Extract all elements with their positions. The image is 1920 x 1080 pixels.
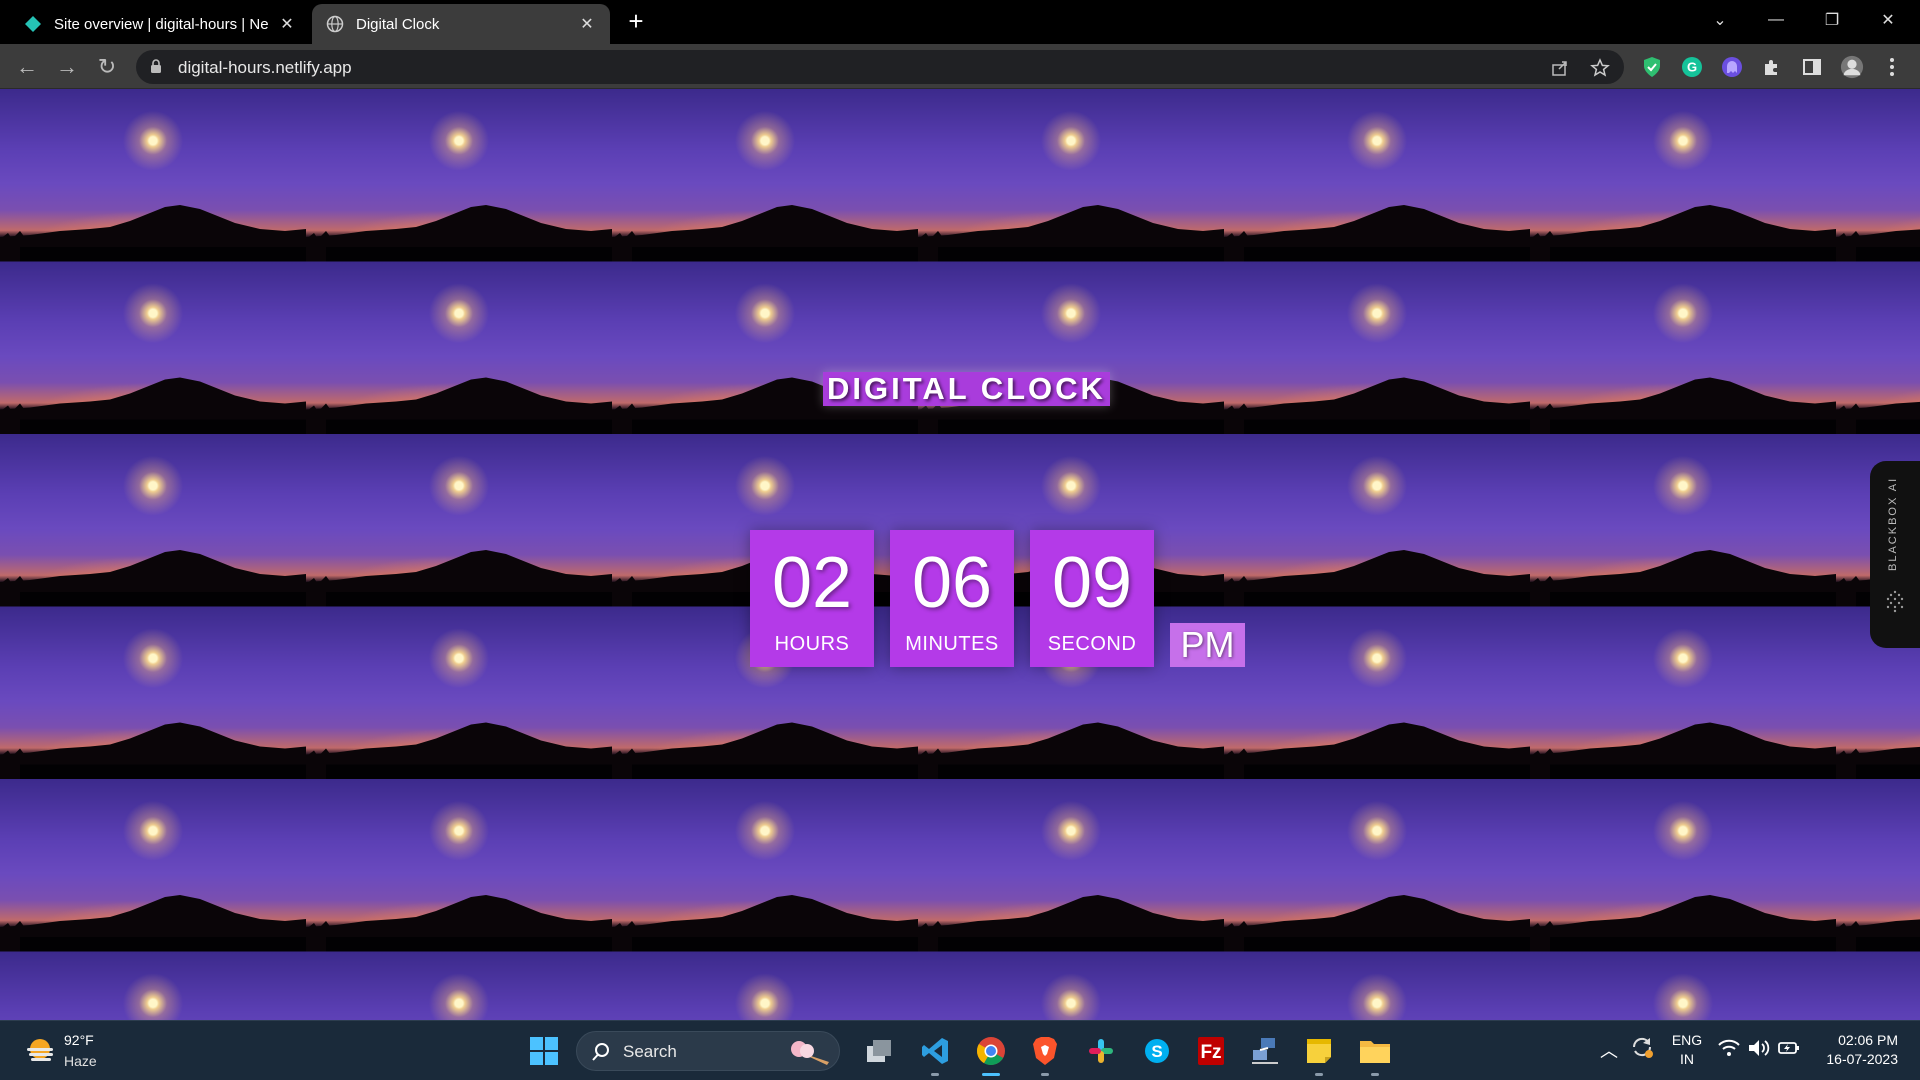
lock-icon	[151, 59, 161, 73]
ampm-indicator: PM	[1170, 623, 1245, 667]
search-label: Search	[623, 1042, 677, 1061]
language-code: ENG	[1671, 1032, 1703, 1048]
reload-button[interactable]: ↻	[92, 52, 122, 82]
browser-toolbar: ← → ↻ digital-hours.netlify.app	[0, 44, 1920, 89]
svg-text:Fz: Fz	[1200, 1042, 1221, 1063]
language-indicator[interactable]: ENG IN	[1670, 1032, 1704, 1067]
chrome-icon[interactable]	[974, 1034, 1008, 1068]
taskbar-date: 16-07-2023	[1826, 1051, 1898, 1067]
svg-text:G: G	[1687, 60, 1697, 75]
ice-cream-icon	[791, 1041, 829, 1065]
sync-update-icon[interactable]	[1630, 1035, 1654, 1062]
side-panel-icon[interactable]	[1800, 55, 1824, 79]
vscode-icon[interactable]	[918, 1034, 952, 1068]
filezilla-icon[interactable]: Fz	[1194, 1034, 1228, 1068]
file-explorer-icon[interactable]	[1358, 1034, 1392, 1068]
close-window-button[interactable]: ✕	[1860, 0, 1916, 40]
show-hidden-icons-chevron-icon[interactable]: ︿	[1600, 1037, 1618, 1063]
slack-icon[interactable]	[1084, 1034, 1118, 1068]
blackbox-ai-label: BLACKBOX AI	[1887, 476, 1899, 571]
skype-icon[interactable]: S	[1140, 1034, 1174, 1068]
seconds-box: 09 SECOND	[1030, 530, 1154, 667]
seconds-value: 09	[1051, 543, 1133, 623]
hours-value: 02	[771, 543, 853, 623]
minutes-label: MINUTES	[905, 633, 999, 655]
close-tab-icon[interactable]: ✕	[578, 15, 596, 33]
grammarly-icon[interactable]: G	[1680, 55, 1704, 79]
share-icon[interactable]	[1550, 58, 1570, 78]
clock-heading: DIGITAL CLOCK	[823, 372, 1110, 406]
extensions-puzzle-icon[interactable]	[1760, 55, 1784, 79]
battery-charging-icon[interactable]	[1778, 1039, 1800, 1060]
blackbox-ai-widget[interactable]: BLACKBOX AI	[1870, 461, 1920, 648]
windows-taskbar: 92°F Haze Search S Fz ︿ ENG IN 02:06 PM …	[0, 1020, 1920, 1080]
weather-description[interactable]: Haze	[64, 1053, 97, 1069]
bookmark-star-icon[interactable]	[1590, 58, 1610, 78]
language-region: IN	[1680, 1051, 1694, 1067]
taskbar-time: 02:06 PM	[1838, 1032, 1898, 1048]
tab-title: Site overview | digital-hours | Ne	[54, 15, 269, 33]
task-view-icon[interactable]	[862, 1034, 896, 1068]
url-text: digital-hours.netlify.app	[178, 58, 352, 77]
blackbox-dots-icon	[1886, 590, 1904, 613]
tab-search-chevron-icon[interactable]: ⌄	[1692, 0, 1748, 40]
seconds-label: SECOND	[1047, 633, 1137, 655]
weather-haze-icon[interactable]	[24, 1036, 56, 1066]
running-indicator	[931, 1073, 939, 1076]
minutes-box: 06 MINUTES	[890, 530, 1014, 667]
clock-date-area[interactable]: 02:06 PM 16-07-2023	[1818, 1032, 1898, 1067]
new-tab-button[interactable]: +	[622, 8, 650, 36]
browser-tab-strip: Site overview | digital-hours | Ne ✕ Dig…	[0, 0, 1920, 44]
back-button[interactable]: ←	[12, 52, 42, 82]
running-indicator	[1041, 1073, 1049, 1076]
windows-logo-icon	[530, 1037, 558, 1065]
hours-label: HOURS	[774, 633, 850, 655]
sticky-notes-icon[interactable]	[1302, 1034, 1336, 1068]
netlify-icon	[25, 16, 41, 32]
tab-title: Digital Clock	[356, 15, 440, 33]
brave-icon[interactable]	[1028, 1034, 1062, 1068]
forward-button[interactable]: →	[52, 52, 82, 82]
restore-button[interactable]: ❐	[1804, 0, 1860, 40]
shield-extension-icon[interactable]	[1640, 55, 1664, 79]
browser-menu-icon[interactable]	[1880, 55, 1904, 79]
profile-avatar[interactable]	[1840, 55, 1864, 79]
start-button[interactable]	[527, 1034, 561, 1068]
minutes-value: 06	[911, 543, 993, 623]
hours-box: 02 HOURS	[750, 530, 874, 667]
search-icon	[592, 1043, 609, 1061]
svg-text:S: S	[1151, 1042, 1162, 1061]
running-indicator	[1315, 1073, 1323, 1076]
volume-icon[interactable]	[1748, 1039, 1770, 1060]
weather-temperature[interactable]: 92°F	[64, 1032, 94, 1048]
minimize-button[interactable]: —	[1748, 0, 1804, 40]
globe-icon	[326, 15, 344, 33]
close-tab-icon[interactable]: ✕	[278, 15, 296, 33]
network-app-icon[interactable]	[1248, 1034, 1282, 1068]
tab-site-overview[interactable]: Site overview | digital-hours | Ne ✕	[10, 4, 310, 44]
ghost-extension-icon[interactable]	[1720, 55, 1744, 79]
taskbar-search[interactable]: Search	[576, 1031, 840, 1071]
wifi-icon[interactable]	[1718, 1039, 1740, 1060]
running-indicator	[1371, 1073, 1379, 1076]
tab-digital-clock[interactable]: Digital Clock ✕	[312, 4, 610, 44]
address-bar[interactable]: digital-hours.netlify.app	[136, 50, 1624, 84]
running-indicator-active	[982, 1073, 1000, 1076]
